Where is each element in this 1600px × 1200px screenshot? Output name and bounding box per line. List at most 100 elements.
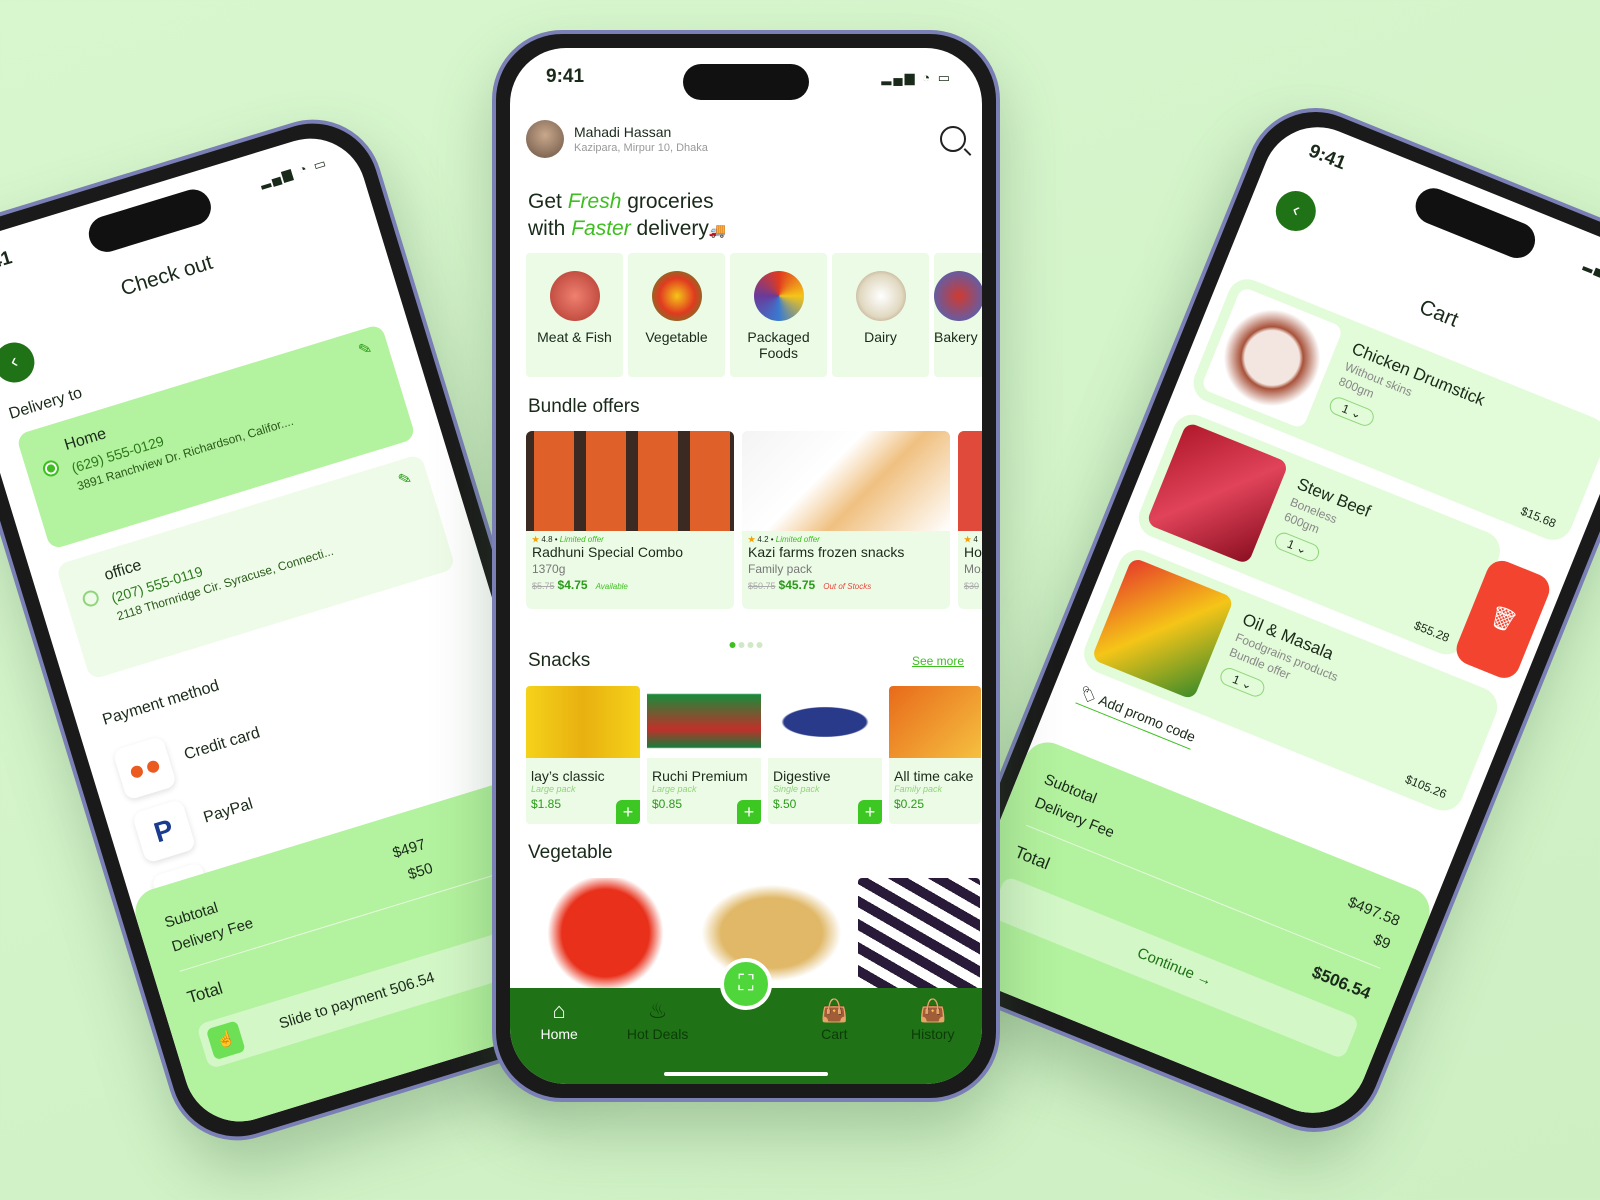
old-price: $5.75 [532, 581, 555, 591]
avatar[interactable] [526, 120, 564, 158]
home-icon: ⌂ [552, 998, 566, 1023]
qty-dropdown[interactable]: 1 ⌄ [1327, 394, 1377, 429]
beef-image [1145, 421, 1289, 565]
back-button[interactable]: ‹ [0, 337, 40, 388]
product-name: All time cake [894, 768, 974, 784]
slide-label: Slide to payment 506.54 [276, 968, 437, 1033]
back-button[interactable]: ‹ [1269, 184, 1322, 238]
category-bakery[interactable]: Bakery Sup... [934, 253, 982, 377]
rating: 4 [973, 535, 978, 544]
bundle-name: Kazi farms frozen snacks [748, 544, 905, 560]
radio-unselected[interactable] [80, 588, 101, 609]
dot[interactable] [756, 642, 763, 648]
cart-screen: 9:41 ▂▄▆ ◔ ▭ ‹ Cart Chicken DrumstickWit… [940, 110, 1600, 1130]
rating: 4.8 [541, 535, 553, 544]
cart-phone: 9:41 ▂▄▆ ◔ ▭ ‹ Cart Chicken DrumstickWit… [917, 86, 1600, 1154]
dot[interactable] [729, 642, 736, 648]
delivery-fee-value: $9 [1370, 931, 1393, 954]
category-list: Meat & Fish Vegetable Packaged Foods Dai… [526, 253, 982, 377]
product-image [768, 686, 882, 758]
delete-button[interactable]: 🗑 [1451, 555, 1555, 683]
qty-dropdown[interactable]: 1 ⌄ [1272, 529, 1322, 564]
dot[interactable] [738, 642, 745, 648]
bundle-image [742, 431, 950, 531]
scan-button[interactable]: ⛶ [720, 958, 772, 1010]
product-pack: Large pack [652, 784, 697, 794]
swipe-hand-icon[interactable]: ☝ [205, 1020, 246, 1061]
carousel-dots[interactable] [729, 642, 763, 648]
product-name: Digestive [773, 768, 831, 784]
product-card[interactable]: lay’s classic Large pack $1.85 + [526, 686, 640, 824]
mastercard-icon: ●● [112, 735, 178, 801]
bag-icon: 👜 [820, 998, 849, 1023]
bundle-name: Ho... [964, 544, 982, 560]
dynamic-island [84, 185, 216, 257]
section-title-bundle: Bundle offers [528, 396, 640, 417]
category-label: Vegetable [645, 329, 708, 345]
total-value: $506.54 [1309, 962, 1374, 1004]
category-meat-fish[interactable]: Meat & Fish [526, 253, 623, 377]
dynamic-island [683, 64, 809, 100]
bundle-list: ★ 4.8 • Limited offer Radhuni Special Co… [526, 431, 982, 609]
add-to-cart-button[interactable]: + [737, 800, 761, 824]
category-image [855, 271, 906, 321]
chicken-image [1200, 286, 1344, 430]
category-image [934, 271, 982, 321]
stock-status: Available [595, 582, 628, 591]
price: $45.75 [778, 578, 816, 592]
eggplant-card[interactable] [858, 878, 980, 988]
category-vegetable[interactable]: Vegetable [628, 253, 725, 377]
hero-accent: Faster [571, 217, 631, 240]
bundle-card[interactable]: ★ 4Ho...Mo...$30 [958, 431, 982, 609]
section-title-snacks: Snacks [528, 650, 591, 671]
trash-icon: 🗑 [1485, 602, 1521, 636]
paypal-icon: P [131, 798, 197, 864]
bundle-image [526, 431, 734, 531]
qty-value: 1 [1230, 672, 1242, 688]
user-address: Kazipara, Mirpur 10, Dhaka [574, 142, 708, 154]
nav-home[interactable]: ⌂ Home [519, 998, 599, 1084]
user-name: Mahadi Hassan [574, 124, 672, 140]
coupon-icon: 🏷 [1077, 683, 1100, 706]
home-indicator [664, 1072, 828, 1076]
see-more-link[interactable]: See more [912, 654, 964, 668]
category-dairy[interactable]: Dairy [832, 253, 929, 377]
product-card[interactable]: All time cake Family pack $0.25 [889, 686, 981, 824]
hero-text: with [528, 217, 572, 240]
status-time: 9:41 [0, 247, 15, 279]
category-image [651, 271, 702, 321]
search-icon[interactable] [940, 126, 966, 152]
category-packaged-foods[interactable]: Packaged Foods [730, 253, 827, 377]
status-time: 9:41 [1305, 140, 1349, 175]
product-card[interactable]: Ruchi Premium Large pack $0.85 + [647, 686, 761, 824]
status-icons: ▂▄▆ ◔ ▭ [1582, 255, 1600, 296]
category-label: Dairy [864, 329, 897, 345]
item-price: $105.26 [1403, 772, 1449, 802]
offer-tag: Limited offer [559, 535, 604, 544]
bag-clock-icon: 👜 [919, 998, 947, 1023]
hero-text: delivery [630, 217, 709, 240]
nav-label: Home [540, 1026, 578, 1042]
product-card[interactable]: Digestive Single pack $.50 + [768, 686, 882, 824]
tomato-card[interactable] [526, 878, 685, 988]
section-title-vegetable: Vegetable [528, 842, 613, 863]
old-price: $50.75 [748, 581, 776, 591]
nav-history[interactable]: 👜 History [893, 998, 973, 1084]
qty-dropdown[interactable]: 1 ⌄ [1217, 665, 1268, 700]
product-name: lay’s classic [531, 768, 605, 784]
status-icons: ▂▄▆ ◔ ▭ [257, 154, 330, 190]
product-pack: Single pack [773, 784, 820, 794]
add-to-cart-button[interactable]: + [858, 800, 882, 824]
bundle-card[interactable]: ★ 4.2 • Limited offer Kazi farms frozen … [742, 431, 950, 609]
add-to-cart-button[interactable]: + [616, 800, 640, 824]
radio-selected[interactable] [40, 458, 61, 479]
product-pack: Large pack [531, 784, 576, 794]
potato-card[interactable] [692, 878, 851, 988]
summary-panel: Subtotal $497.58 Delivery Fee $9 Total $506… [940, 735, 1437, 1130]
bundle-card[interactable]: ★ 4.8 • Limited offer Radhuni Special Co… [526, 431, 734, 609]
category-label: Meat & Fish [537, 329, 612, 345]
dot[interactable] [747, 642, 754, 648]
nav-label: Hot Deals [626, 1026, 689, 1042]
nav-label: History [910, 1026, 955, 1042]
header: Mahadi Hassan Kazipara, Mirpur 10, Dhaka [526, 120, 966, 158]
